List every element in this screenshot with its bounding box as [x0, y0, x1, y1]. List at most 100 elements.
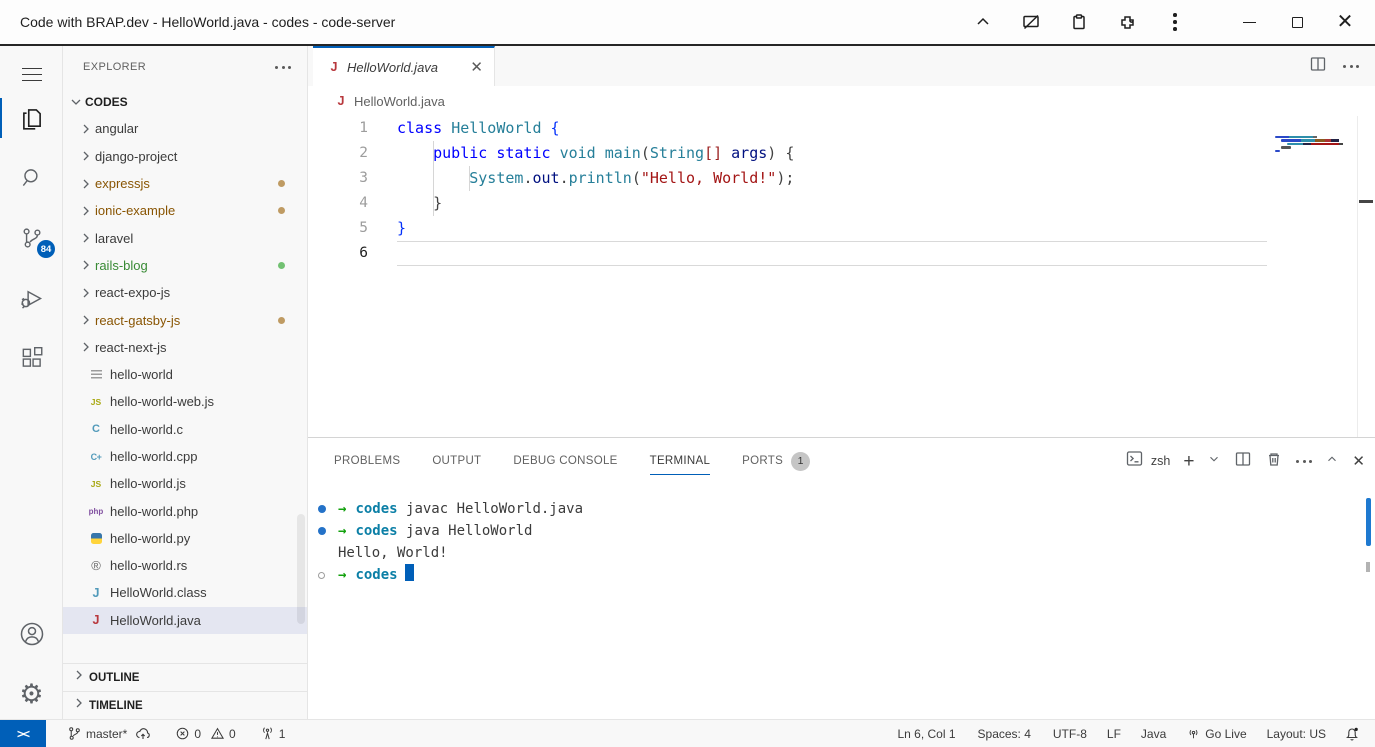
terminal-output[interactable]: →codes javac HelloWorld.java→codes java …	[308, 484, 1375, 719]
split-terminal-icon[interactable]	[1234, 450, 1252, 473]
editor-scrollbar[interactable]	[1357, 116, 1375, 437]
minimize-button[interactable]	[1229, 5, 1269, 39]
account-icon[interactable]	[0, 612, 63, 656]
explorer-sidebar: EXPLORER CODES angulardjango-projectexpr…	[63, 46, 308, 719]
line-number: 3	[308, 166, 397, 191]
line-number: 5	[308, 216, 397, 241]
code-line-5[interactable]: 5}	[308, 216, 1375, 241]
sidebar-item-search[interactable]	[0, 156, 63, 200]
folder-item-react-expo-js[interactable]: react-expo-js	[63, 279, 307, 306]
clipboard-icon[interactable]	[1059, 5, 1099, 39]
panel-tab-output[interactable]: OUTPUT	[432, 438, 481, 484]
editor-more-actions-icon[interactable]	[1343, 65, 1359, 68]
port-tower-item[interactable]: 1	[253, 720, 293, 747]
minimap[interactable]	[1275, 136, 1355, 153]
code-line-4[interactable]: 4 }	[308, 191, 1375, 216]
chevron-right-icon	[71, 667, 87, 688]
panel-tab-ports[interactable]: PORTS1	[742, 438, 810, 484]
file-item-hello-world.py[interactable]: hello-world.py	[63, 525, 307, 552]
tree-section-codes[interactable]: CODES	[63, 88, 307, 115]
sidebar-scrollbar[interactable]	[297, 514, 305, 624]
terminal-shell-name[interactable]: zsh	[1151, 454, 1170, 468]
notifications-bell-icon[interactable]	[1337, 720, 1367, 747]
terminal-scrollbar[interactable]	[1366, 498, 1371, 546]
close-panel-icon[interactable]: ✕	[1352, 452, 1365, 470]
folder-label: ionic-example	[95, 203, 175, 218]
panel-tab-terminal[interactable]: TERMINAL	[650, 438, 711, 484]
file-label: hello-world.c	[110, 422, 183, 437]
tab-helloworld-java[interactable]: J HelloWorld.java ✕	[313, 46, 495, 86]
indentation-item[interactable]: Spaces: 4	[971, 720, 1038, 747]
language-mode-item[interactable]: Java	[1134, 720, 1173, 747]
line-text: class HelloWorld {	[397, 116, 1375, 141]
cursor-position-item[interactable]: Ln 6, Col 1	[890, 720, 962, 747]
sidebar-item-source-control[interactable]: 84	[0, 216, 63, 260]
close-button[interactable]: ✕	[1325, 5, 1365, 39]
file-item-hello-world.cpp[interactable]: C+hello-world.cpp	[63, 443, 307, 470]
eol-item[interactable]: LF	[1100, 720, 1128, 747]
git-branch-item[interactable]: master*	[60, 720, 158, 747]
maximize-button[interactable]	[1277, 5, 1317, 39]
folder-item-rails-blog[interactable]: rails-blog	[63, 252, 307, 279]
folder-item-react-next-js[interactable]: react-next-js	[63, 334, 307, 361]
folder-item-laravel[interactable]: laravel	[63, 224, 307, 251]
code-line-1[interactable]: 1class HelloWorld {	[308, 116, 1375, 141]
breadcrumb[interactable]: J HelloWorld.java	[308, 86, 1375, 116]
terminal-line-3: Hello, World!	[316, 542, 1375, 564]
tab-close-icon[interactable]: ✕	[467, 58, 486, 76]
folder-label: expressjs	[95, 176, 150, 191]
panel-tab-bar: PROBLEMS OUTPUT DEBUG CONSOLE TERMINAL PORTS…	[308, 438, 1375, 484]
file-item-HelloWorld.class[interactable]: JHelloWorld.class	[63, 579, 307, 606]
tree-section-outline[interactable]: OUTLINE	[63, 663, 307, 691]
collapse-toolbar-icon[interactable]	[963, 5, 1003, 39]
git-status-dot	[278, 262, 285, 269]
go-live-item[interactable]: Go Live	[1179, 720, 1253, 747]
line-text: }	[397, 191, 1375, 216]
prompt-arrow-icon: →	[338, 564, 346, 586]
scm-badge: 84	[37, 240, 55, 258]
extensions-puzzle-icon[interactable]	[1107, 5, 1147, 39]
folder-item-angular[interactable]: angular	[63, 115, 307, 142]
chevron-right-icon	[71, 695, 87, 716]
encoding-item[interactable]: UTF-8	[1046, 720, 1094, 747]
file-item-hello-world.c[interactable]: Chello-world.c	[63, 416, 307, 443]
screencast-off-icon[interactable]	[1011, 5, 1051, 39]
code-line-2[interactable]: 2 public static void main(String[] args)…	[308, 141, 1375, 166]
menu-hamburger-icon[interactable]	[0, 52, 63, 96]
tab-label: HelloWorld.java	[347, 60, 467, 75]
more-actions-kebab-icon[interactable]	[1155, 5, 1195, 39]
folder-item-expressjs[interactable]: expressjs	[63, 170, 307, 197]
file-item-hello-world-web.js[interactable]: JShello-world-web.js	[63, 388, 307, 415]
split-editor-icon[interactable]	[1309, 55, 1327, 78]
remote-indicator[interactable]: ><	[0, 720, 46, 747]
chevron-right-icon	[77, 285, 95, 301]
panel-tab-debug-console[interactable]: DEBUG CONSOLE	[513, 438, 617, 484]
kill-terminal-trash-icon[interactable]	[1265, 450, 1283, 473]
folder-label: rails-blog	[95, 258, 148, 273]
file-item-hello-world.rs[interactable]: ®hello-world.rs	[63, 552, 307, 579]
panel-tab-problems[interactable]: PROBLEMS	[334, 438, 400, 484]
file-item-hello-world.php[interactable]: phphello-world.php	[63, 497, 307, 524]
keyboard-layout-item[interactable]: Layout: US	[1260, 720, 1333, 747]
terminal-dropdown-chevron-icon[interactable]	[1207, 452, 1221, 471]
file-item-HelloWorld.java[interactable]: JHelloWorld.java	[63, 607, 307, 634]
file-item-hello-world.js[interactable]: JShello-world.js	[63, 470, 307, 497]
sidebar-item-run-debug[interactable]	[0, 276, 63, 320]
file-item-hello-world[interactable]: hello-world	[63, 361, 307, 388]
panel-more-actions-icon[interactable]	[1296, 460, 1312, 463]
folder-label: react-gatsby-js	[95, 313, 180, 328]
tree-section-timeline[interactable]: TIMELINE	[63, 691, 307, 719]
folder-item-ionic-example[interactable]: ionic-example	[63, 197, 307, 224]
folder-item-react-gatsby-js[interactable]: react-gatsby-js	[63, 306, 307, 333]
problems-item[interactable]: 0 0	[168, 720, 242, 747]
folder-item-django-project[interactable]: django-project	[63, 143, 307, 170]
maximize-panel-chevron-icon[interactable]	[1325, 452, 1339, 471]
settings-gear-icon[interactable]: ⚙	[0, 672, 63, 716]
code-editor[interactable]: 1class HelloWorld {2 public static void …	[308, 116, 1375, 437]
explorer-more-actions-icon[interactable]	[275, 66, 291, 69]
new-terminal-icon[interactable]: +	[1183, 452, 1194, 471]
code-line-6[interactable]: 6	[308, 241, 1375, 266]
sidebar-item-explorer[interactable]	[0, 96, 63, 140]
command-decoration-done	[316, 498, 338, 520]
sidebar-item-extensions[interactable]	[0, 336, 63, 380]
